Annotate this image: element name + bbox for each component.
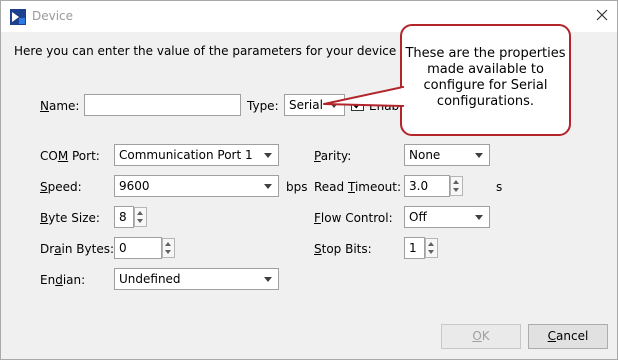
speed-value: 9600: [119, 179, 150, 193]
enable-label: Enab: [369, 99, 400, 113]
drain-bytes-spinner[interactable]: [162, 238, 175, 258]
chevron-down-icon: [264, 184, 272, 189]
name-input[interactable]: [84, 94, 241, 116]
chevron-down-icon: [475, 153, 483, 158]
parity-value: None: [409, 148, 441, 162]
callout-text: These are the properties made available …: [405, 46, 566, 109]
endian-select[interactable]: Undefined: [114, 268, 279, 290]
flow-control-value: Off: [409, 210, 427, 224]
read-timeout-spinner[interactable]: [450, 176, 463, 196]
speed-unit: bps: [286, 180, 308, 194]
flow-control-label: Flow Control:: [314, 211, 393, 225]
endian-label: Endian:: [40, 273, 86, 287]
drain-bytes-input[interactable]: 0: [114, 237, 162, 259]
annotation-callout: These are the properties made available …: [400, 24, 571, 136]
window-title: Device: [32, 9, 74, 23]
type-value: Serial: [289, 98, 323, 112]
arrow-up-icon[interactable]: [137, 211, 143, 215]
arrow-down-icon[interactable]: [137, 219, 143, 223]
ok-button[interactable]: OK: [441, 324, 521, 349]
arrow-down-icon[interactable]: [453, 188, 459, 192]
drain-bytes-label: Drain Bytes:: [40, 242, 115, 256]
byte-size-label: Byte Size:: [40, 211, 100, 225]
flow-control-select[interactable]: Off: [404, 206, 490, 228]
app-icon: [10, 9, 26, 25]
stop-bits-label: Stop Bits:: [314, 242, 372, 256]
arrow-down-icon[interactable]: [428, 250, 434, 254]
close-icon[interactable]: [595, 8, 609, 22]
chevron-down-icon: [264, 277, 272, 282]
device-dialog: Device Here you can enter the value of t…: [0, 0, 618, 360]
speed-label: Speed:: [40, 180, 82, 194]
speed-select[interactable]: 9600: [114, 175, 279, 197]
byte-size-spinner[interactable]: [134, 207, 147, 227]
chevron-down-icon: [330, 103, 338, 108]
chevron-down-icon: [475, 215, 483, 220]
cancel-button[interactable]: Cancel: [528, 324, 608, 349]
com-port-label: COM Port:: [40, 149, 100, 163]
chevron-down-icon: [264, 153, 272, 158]
com-port-value: Communication Port 1: [119, 148, 253, 162]
byte-size-input[interactable]: 8: [114, 206, 134, 228]
type-label: Type:: [247, 99, 279, 113]
arrow-up-icon[interactable]: [428, 242, 434, 246]
read-timeout-label: Read Timeout:: [314, 180, 402, 194]
parity-label: Parity:: [314, 149, 352, 163]
arrow-up-icon[interactable]: [453, 180, 459, 184]
stop-bits-input[interactable]: 1: [404, 237, 425, 259]
arrow-down-icon[interactable]: [165, 250, 171, 254]
stop-bits-spinner[interactable]: [425, 238, 438, 258]
checkmark-icon: [352, 100, 363, 109]
read-timeout-input[interactable]: 3.0: [404, 175, 450, 197]
name-label: Name:: [40, 99, 80, 113]
type-select[interactable]: Serial: [284, 94, 345, 116]
name-label-rest: ame:: [48, 99, 80, 113]
intro-text: Here you can enter the value of the para…: [14, 44, 415, 58]
parity-select[interactable]: None: [404, 144, 490, 166]
com-port-select[interactable]: Communication Port 1: [114, 144, 279, 166]
endian-value: Undefined: [119, 272, 181, 286]
enable-checkbox[interactable]: [351, 98, 364, 111]
read-timeout-unit: s: [496, 180, 503, 194]
arrow-up-icon[interactable]: [165, 242, 171, 246]
